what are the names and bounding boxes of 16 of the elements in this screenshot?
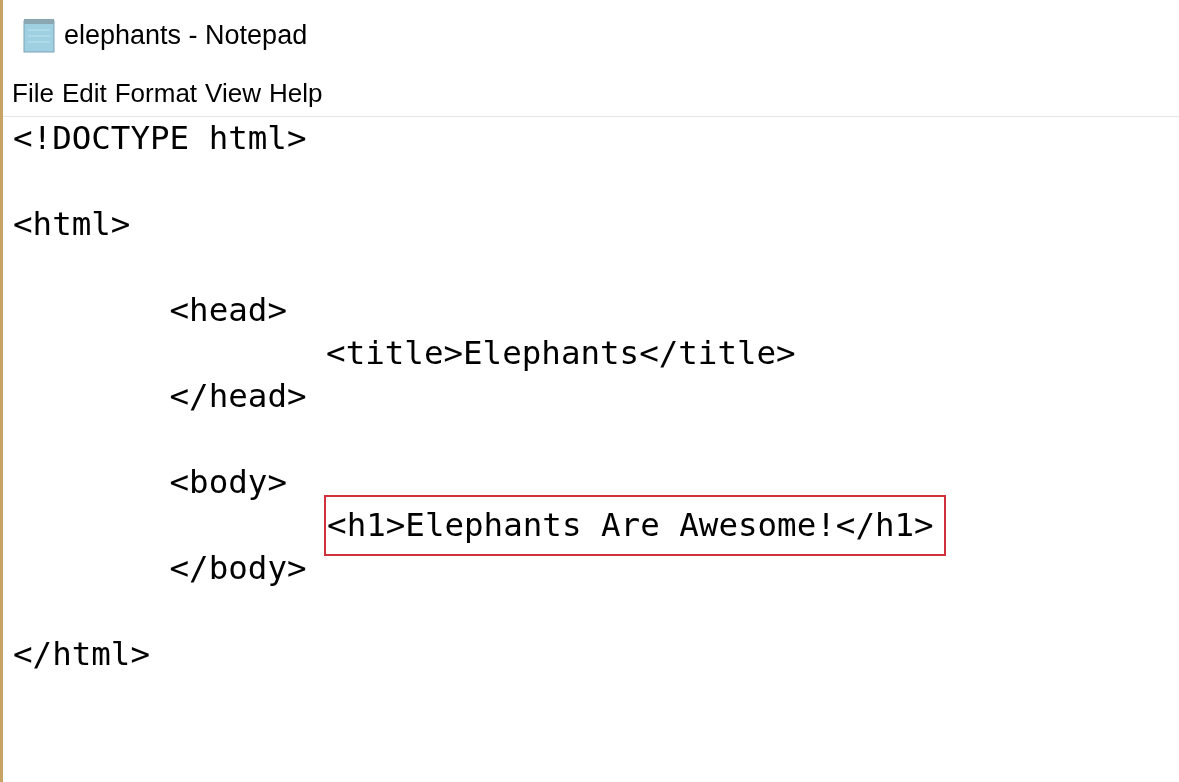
code-line: <html> [13, 205, 131, 243]
notepad-icon [20, 16, 58, 54]
code-line: <body> [168, 463, 287, 501]
menu-item[interactable]: Help [264, 77, 327, 109]
code-line: </html> [13, 635, 150, 673]
menu-item[interactable]: Edit [57, 77, 111, 109]
menu-item[interactable]: View [201, 77, 265, 109]
code-line: </head> [168, 377, 307, 415]
menu-item[interactable]: File [8, 77, 58, 109]
code-line: </body> [168, 549, 307, 587]
code-line: <!DOCTYPE html> [13, 119, 307, 157]
code-line: <head> [168, 291, 287, 329]
window-title: elephants - Notepad [64, 19, 308, 51]
code-line: <title>Elephants</title> [325, 334, 796, 372]
menu-item[interactable]: Format [110, 77, 202, 109]
highlighted-code-line: <h1>Elephants Are Awesome!</h1> [326, 497, 944, 554]
